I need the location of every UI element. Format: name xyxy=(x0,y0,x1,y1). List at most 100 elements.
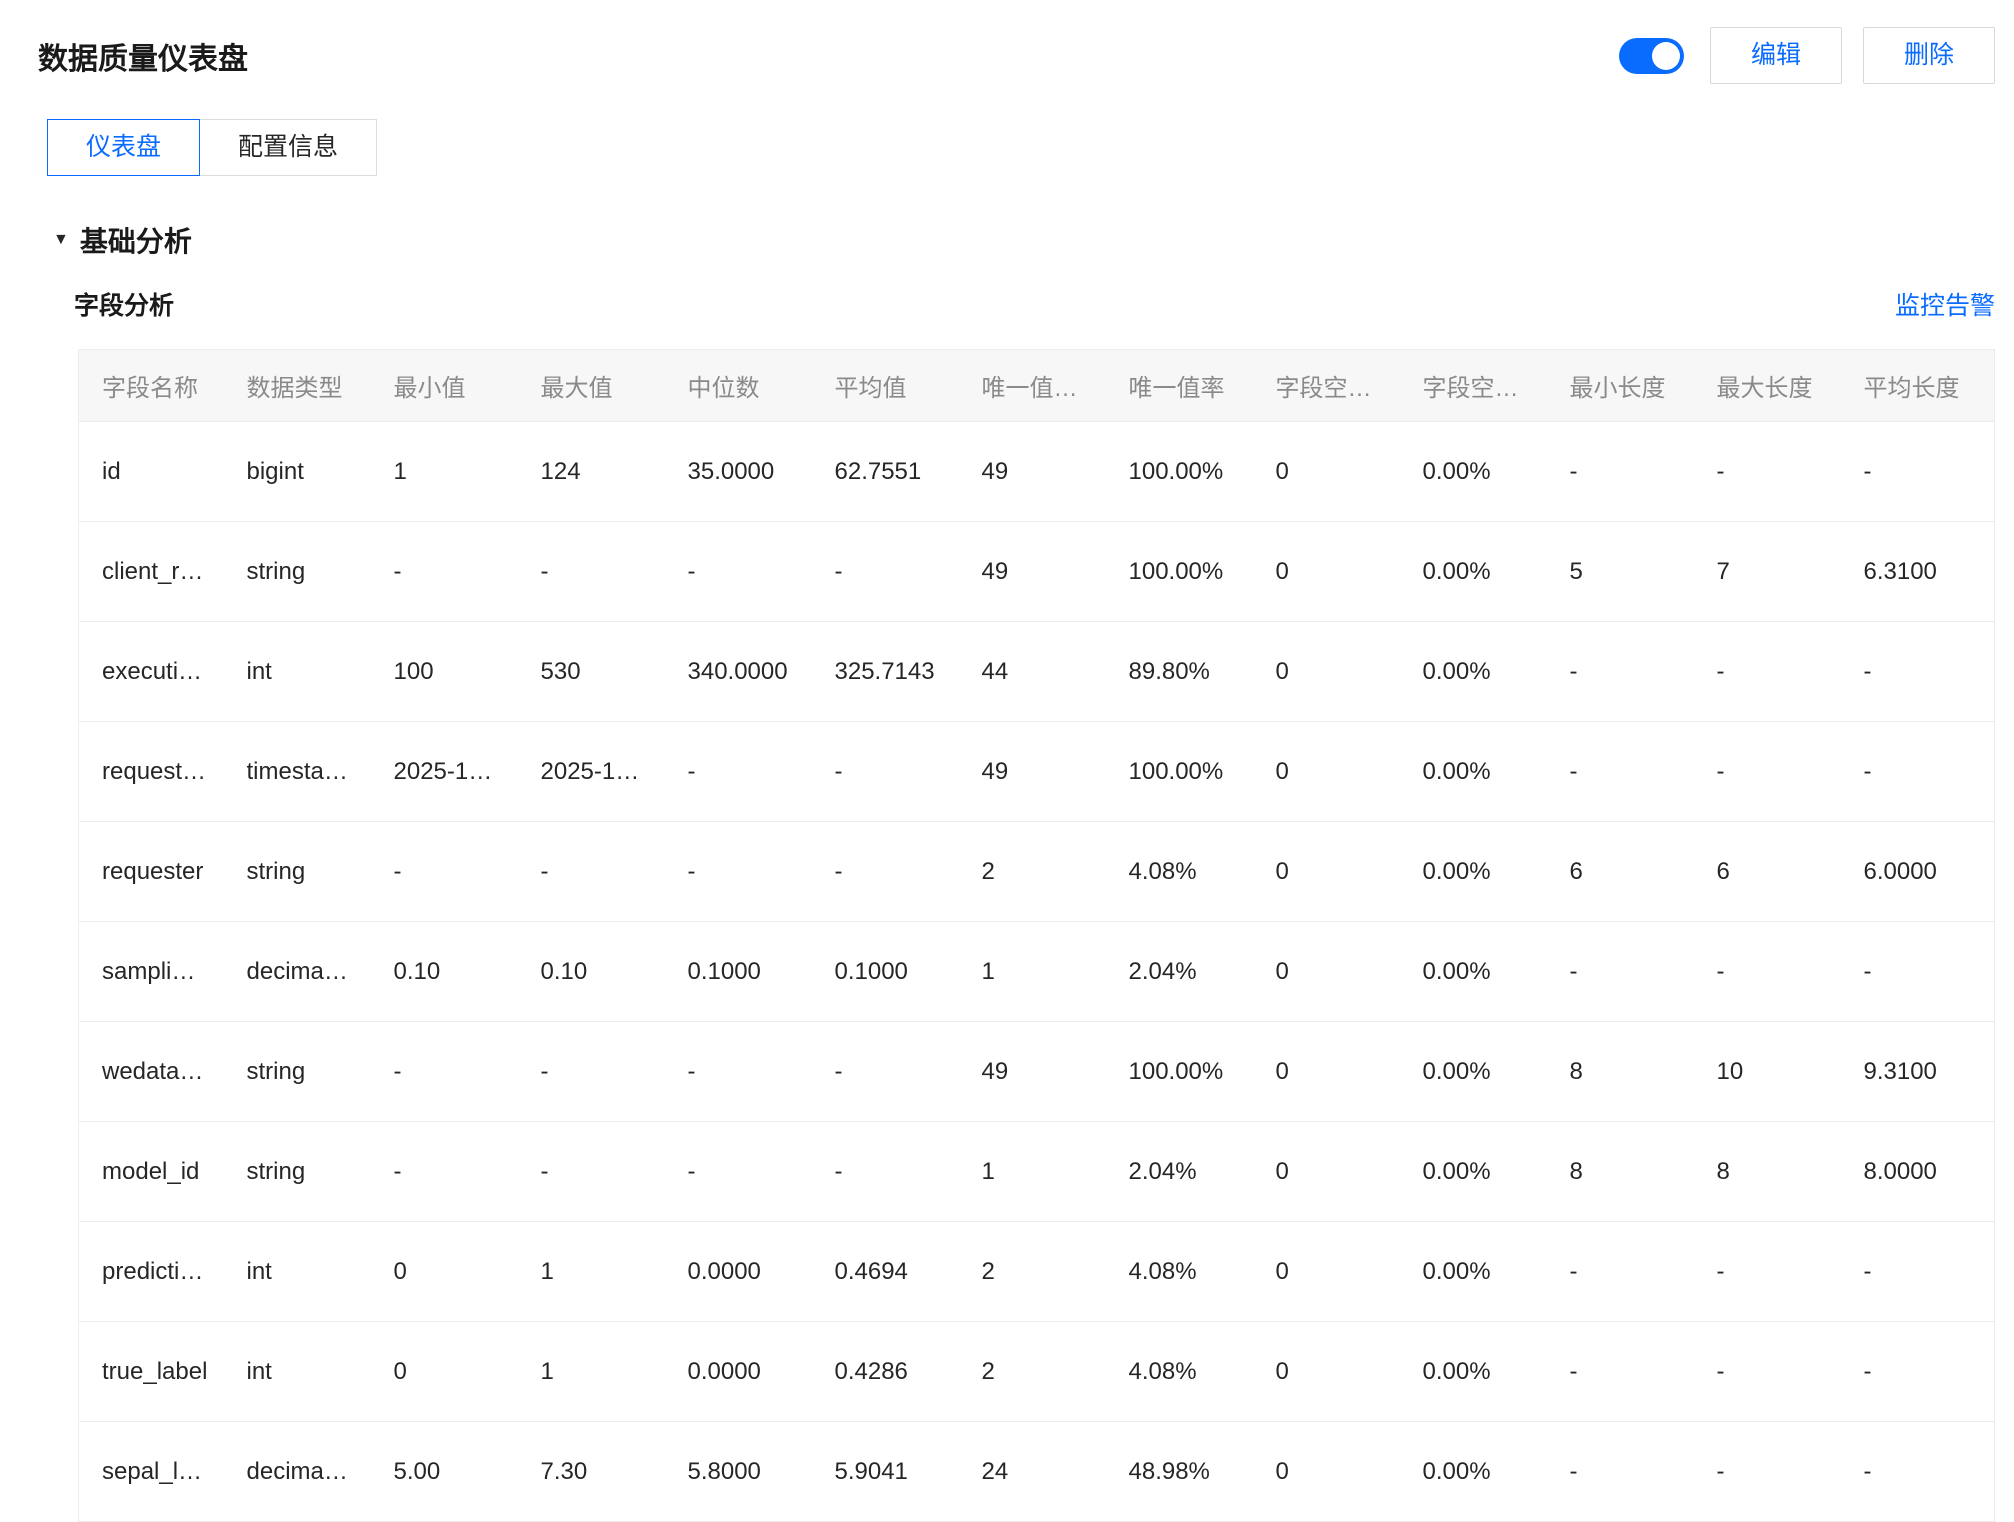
table-cell: id xyxy=(79,422,224,522)
table-cell: - xyxy=(1547,1422,1694,1522)
table-cell: - xyxy=(371,1122,518,1222)
table-cell: 7 xyxy=(1694,522,1841,622)
table-row: true_labelint010.00000.428624.08%00.00%-… xyxy=(79,1322,1995,1422)
table-row: sepal_l…decima…5.007.305.80005.90412448.… xyxy=(79,1422,1995,1522)
collapse-triangle-icon[interactable]: ▼ xyxy=(53,231,69,249)
table-cell: 6.0000 xyxy=(1841,822,1995,922)
table-cell: 0 xyxy=(1253,1222,1400,1322)
table-cell: - xyxy=(1841,622,1995,722)
table-cell: - xyxy=(1694,1422,1841,1522)
table-cell: bigint xyxy=(224,422,371,522)
table-cell: 124 xyxy=(518,422,665,522)
table-cell: 0.00% xyxy=(1400,1322,1547,1422)
table-cell: 2.04% xyxy=(1106,1122,1253,1222)
table-cell: 0.00% xyxy=(1400,622,1547,722)
edit-button[interactable]: 编辑 xyxy=(1710,27,1842,84)
table-cell: - xyxy=(371,522,518,622)
table-cell: 0.4286 xyxy=(812,1322,959,1422)
table-cell: 8 xyxy=(1694,1122,1841,1222)
table-cell: 0.00% xyxy=(1400,1222,1547,1322)
table-cell: - xyxy=(812,522,959,622)
table-cell: - xyxy=(1841,1322,1995,1422)
table-cell: model_id xyxy=(79,1122,224,1222)
table-cell: 0.00% xyxy=(1400,522,1547,622)
page-title: 数据质量仪表盘 xyxy=(38,34,248,78)
table-cell: string xyxy=(224,522,371,622)
table-cell: - xyxy=(812,722,959,822)
table-cell: 6.3100 xyxy=(1841,522,1995,622)
table-cell: - xyxy=(518,522,665,622)
table-row: model_idstring----12.04%00.00%888.0000 xyxy=(79,1122,1995,1222)
table-cell: 1 xyxy=(518,1322,665,1422)
table-cell: 2.04% xyxy=(1106,922,1253,1022)
tab-dashboard[interactable]: 仪表盘 xyxy=(47,119,200,176)
table-cell: 0 xyxy=(371,1322,518,1422)
table-cell: 1 xyxy=(959,1122,1106,1222)
tab-config-info[interactable]: 配置信息 xyxy=(199,119,377,176)
table-cell: 9.3100 xyxy=(1841,1022,1995,1122)
table-cell: - xyxy=(665,1122,812,1222)
table-cell: 0.00% xyxy=(1400,822,1547,922)
column-header: 字段空… xyxy=(1400,350,1547,422)
table-row: predicti…int010.00000.469424.08%00.00%--… xyxy=(79,1222,1995,1322)
table-cell: - xyxy=(665,722,812,822)
table-cell: 0.00% xyxy=(1400,922,1547,1022)
section-basic-analysis: ▼ 基础分析 字段分析 监控告警 字段名称数据类型最小值最大值中位数平均值唯一值… xyxy=(38,220,1995,1522)
table-cell: 0 xyxy=(1253,1022,1400,1122)
table-cell: 6 xyxy=(1694,822,1841,922)
table-cell: - xyxy=(1694,722,1841,822)
table-cell: - xyxy=(1694,622,1841,722)
table-cell: requester xyxy=(79,822,224,922)
table-cell: client_r… xyxy=(79,522,224,622)
table-cell: - xyxy=(1547,1322,1694,1422)
table-cell: - xyxy=(1547,922,1694,1022)
enable-toggle[interactable] xyxy=(1619,38,1684,74)
section-basic-analysis-header[interactable]: ▼ 基础分析 xyxy=(53,220,1995,260)
table-cell: 0.00% xyxy=(1400,1422,1547,1522)
page: 数据质量仪表盘 编辑 删除 仪表盘 配置信息 ▼ 基础分析 字段分析 监控告警 xyxy=(0,0,2014,1522)
table-cell: 49 xyxy=(959,1022,1106,1122)
table-cell: 0.00% xyxy=(1400,722,1547,822)
table-cell: 48.98% xyxy=(1106,1422,1253,1522)
table-cell: decima… xyxy=(224,922,371,1022)
monitor-alert-link[interactable]: 监控告警 xyxy=(1895,286,1995,322)
column-header: 最大值 xyxy=(518,350,665,422)
table-cell: - xyxy=(1841,1222,1995,1322)
column-header: 数据类型 xyxy=(224,350,371,422)
table-cell: 49 xyxy=(959,422,1106,522)
table-cell: 2025-1… xyxy=(371,722,518,822)
table-cell: 0 xyxy=(1253,622,1400,722)
table-cell: 44 xyxy=(959,622,1106,722)
table-cell: 2 xyxy=(959,1322,1106,1422)
column-header: 唯一值率 xyxy=(1106,350,1253,422)
header-actions: 编辑 删除 xyxy=(1619,27,1995,84)
table-cell: 4.08% xyxy=(1106,1322,1253,1422)
table-cell: 100.00% xyxy=(1106,722,1253,822)
table-cell: 0.1000 xyxy=(665,922,812,1022)
table-cell: 0 xyxy=(371,1222,518,1322)
table-cell: true_label xyxy=(79,1322,224,1422)
table-cell: 2 xyxy=(959,822,1106,922)
table-cell: 8.0000 xyxy=(1841,1122,1995,1222)
table-cell: 89.80% xyxy=(1106,622,1253,722)
table-cell: sampli… xyxy=(79,922,224,1022)
table-head: 字段名称数据类型最小值最大值中位数平均值唯一值…唯一值率字段空…字段空…最小长度… xyxy=(79,350,1995,422)
delete-button[interactable]: 删除 xyxy=(1863,27,1995,84)
table-cell: 1 xyxy=(959,922,1106,1022)
table-row: sampli…decima…0.100.100.10000.100012.04%… xyxy=(79,922,1995,1022)
table-cell: 100.00% xyxy=(1106,1022,1253,1122)
table-cell: request… xyxy=(79,722,224,822)
table-cell: 24 xyxy=(959,1422,1106,1522)
table-cell: - xyxy=(812,1022,959,1122)
table-cell: - xyxy=(1841,422,1995,522)
table-row: request…timesta…2025-1…2025-1…--49100.00… xyxy=(79,722,1995,822)
table-cell: - xyxy=(518,1122,665,1222)
table-cell: 2025-1… xyxy=(518,722,665,822)
table-cell: 8 xyxy=(1547,1022,1694,1122)
column-header: 中位数 xyxy=(665,350,812,422)
table-cell: 8 xyxy=(1547,1122,1694,1222)
column-header: 平均值 xyxy=(812,350,959,422)
table-cell: 5.8000 xyxy=(665,1422,812,1522)
table-cell: - xyxy=(1694,422,1841,522)
table-cell: 0 xyxy=(1253,1322,1400,1422)
